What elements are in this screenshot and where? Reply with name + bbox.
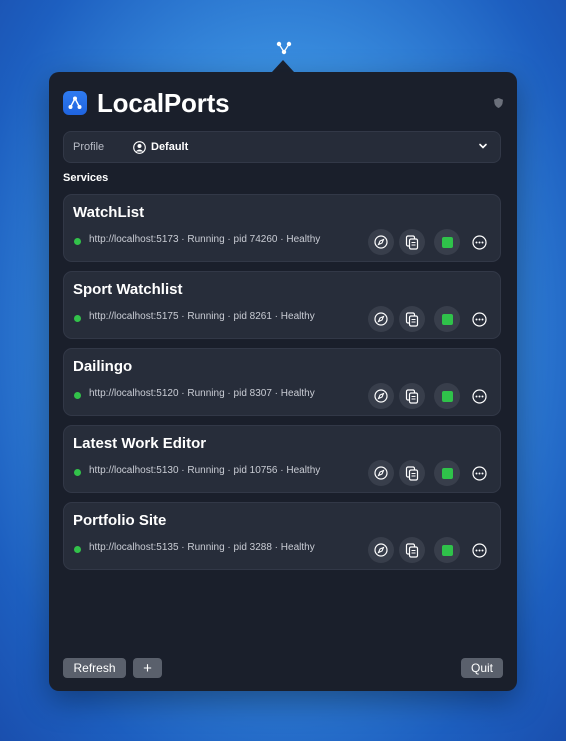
compass-icon [374,389,388,403]
open-browser-button[interactable] [368,537,394,563]
compass-icon [374,235,388,249]
copy-url-button[interactable] [399,229,425,255]
service-status: http://localhost:5175 · Running · pid 82… [89,311,315,322]
service-name: Dailingo [73,358,133,375]
profile-value-text: Default [151,141,189,153]
chevron-down-icon [479,143,487,149]
ellipsis-icon [471,311,487,327]
profile-label: Profile [73,141,105,153]
stop-button[interactable] [434,537,460,563]
more-options-button[interactable] [466,306,492,332]
service-name: Sport Watchlist [73,281,183,298]
service-card: WatchList http://localhost:5173 · Runnin… [63,194,501,262]
service-name: WatchList [73,204,145,221]
profile-value: Default [133,140,189,154]
copy-icon [405,234,419,250]
shield-icon[interactable] [494,98,503,108]
service-status: http://localhost:5120 · Running · pid 83… [89,388,315,399]
ellipsis-icon [471,234,487,250]
service-card: Portfolio Site http://localhost:5135 · R… [63,502,501,570]
service-card: Dailingo http://localhost:5120 · Running… [63,348,501,416]
stop-icon [441,544,453,556]
copy-icon [405,465,419,481]
stop-icon [441,390,453,402]
copy-url-button[interactable] [399,383,425,409]
copy-icon [405,388,419,404]
copy-url-button[interactable] [399,306,425,332]
person-icon [133,140,146,154]
open-browser-button[interactable] [368,383,394,409]
stop-button[interactable] [434,460,460,486]
service-card: Latest Work Editor http://localhost:5130… [63,425,501,493]
more-options-button[interactable] [466,229,492,255]
copy-icon [405,542,419,558]
more-options-button[interactable] [466,383,492,409]
quit-button[interactable]: Quit [461,658,503,678]
service-name: Latest Work Editor [73,435,207,452]
health-status-dot [74,315,81,322]
app-title: LocalPorts [97,87,230,118]
profile-selector[interactable]: Profile Default [63,131,501,163]
compass-icon [374,312,388,326]
ellipsis-icon [471,388,487,404]
copy-icon [405,311,419,327]
service-status: http://localhost:5135 · Running · pid 32… [89,542,315,553]
copy-url-button[interactable] [399,537,425,563]
popover-panel: LocalPorts Profile Default Services Watc… [49,72,517,691]
health-status-dot [74,392,81,399]
compass-icon [374,466,388,480]
open-browser-button[interactable] [368,460,394,486]
health-status-dot [74,238,81,245]
service-name: Portfolio Site [73,512,167,529]
add-service-button[interactable]: + [133,658,162,678]
service-card: Sport Watchlist http://localhost:5175 · … [63,271,501,339]
service-status: http://localhost:5173 · Running · pid 74… [89,234,321,245]
services-heading: Services [63,172,109,184]
service-status: http://localhost:5130 · Running · pid 10… [89,465,321,476]
health-status-dot [74,469,81,476]
stop-button[interactable] [434,306,460,332]
health-status-dot [74,546,81,553]
ellipsis-icon [471,465,487,481]
menubar-app-icon[interactable] [275,40,293,56]
stop-button[interactable] [434,383,460,409]
open-browser-button[interactable] [368,229,394,255]
copy-url-button[interactable] [399,460,425,486]
header: LocalPorts [63,87,230,118]
more-options-button[interactable] [466,537,492,563]
stop-button[interactable] [434,229,460,255]
stop-icon [441,236,453,248]
compass-icon [374,543,388,557]
ellipsis-icon [471,542,487,558]
refresh-button[interactable]: Refresh [63,658,126,678]
more-options-button[interactable] [466,460,492,486]
app-logo-icon [63,91,87,115]
popover-arrow [272,60,294,72]
open-browser-button[interactable] [368,306,394,332]
stop-icon [441,313,453,325]
stop-icon [441,467,453,479]
